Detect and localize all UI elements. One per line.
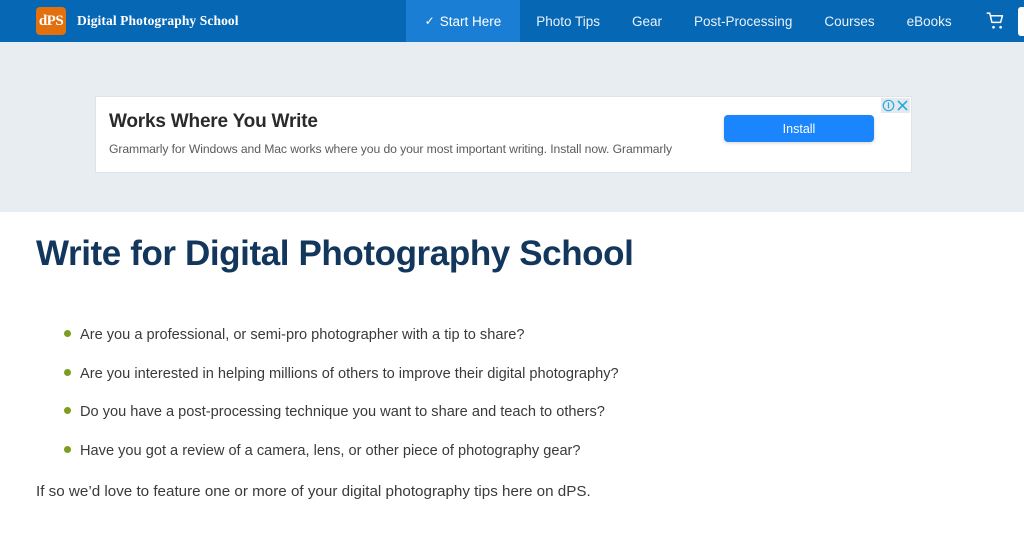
nav-label: Courses — [824, 13, 875, 29]
nav-label: Start Here — [439, 13, 502, 29]
ad-controls — [881, 98, 910, 113]
adchoices-info-icon[interactable] — [882, 99, 895, 112]
main-navigation: ✓ Start Here Photo Tips Gear Post-Proces… — [405, 0, 968, 42]
close-icon[interactable] — [896, 99, 909, 112]
nav-item-ebooks[interactable]: eBooks — [891, 0, 968, 42]
list-item: Have you got a review of a camera, lens,… — [62, 442, 722, 460]
nav-label: Post-Processing — [694, 13, 793, 29]
ad-headline: Works Where You Write — [109, 111, 318, 132]
advertisement-card[interactable]: Works Where You Write Grammarly for Wind… — [96, 97, 911, 172]
advertisement-band: Works Where You Write Grammarly for Wind… — [0, 42, 1024, 212]
list-item: Are you interested in helping millions o… — [62, 365, 722, 383]
header-actions — [986, 0, 1024, 42]
list-item: Are you a professional, or semi-pro phot… — [62, 326, 722, 344]
closing-paragraph: If so we’d love to feature one or more o… — [36, 483, 591, 500]
nav-item-post-processing[interactable]: Post-Processing — [678, 0, 808, 42]
brand-logo-link[interactable]: dPS Digital Photography School — [0, 0, 239, 42]
brand-name: Digital Photography School — [77, 13, 239, 28]
nav-label: Photo Tips — [536, 13, 601, 29]
nav-label: Gear — [632, 13, 663, 29]
list-item: Do you have a post-processing technique … — [62, 403, 722, 421]
nav-item-courses[interactable]: Courses — [808, 0, 890, 42]
intro-bullet-list: Are you a professional, or semi-pro phot… — [62, 326, 722, 481]
nav-item-start-here[interactable]: ✓ Start Here — [405, 0, 521, 42]
ad-install-button[interactable]: Install — [724, 115, 874, 142]
page-title: Write for Digital Photography School — [36, 234, 634, 273]
search-button[interactable] — [1017, 6, 1024, 36]
nav-label: eBooks — [906, 13, 952, 29]
logo-monogram: dPS — [38, 12, 64, 29]
ad-subtext: Grammarly for Windows and Mac works wher… — [109, 142, 672, 156]
site-header: dPS Digital Photography School ✓ Start H… — [0, 0, 1024, 42]
nav-item-photo-tips[interactable]: Photo Tips — [520, 0, 616, 42]
main-content: Write for Digital Photography School Are… — [0, 212, 1024, 537]
dps-logo-icon: dPS — [36, 7, 66, 35]
check-icon: ✓ — [424, 14, 435, 28]
nav-item-gear[interactable]: Gear — [616, 0, 678, 42]
shopping-cart-icon[interactable] — [986, 11, 1006, 31]
